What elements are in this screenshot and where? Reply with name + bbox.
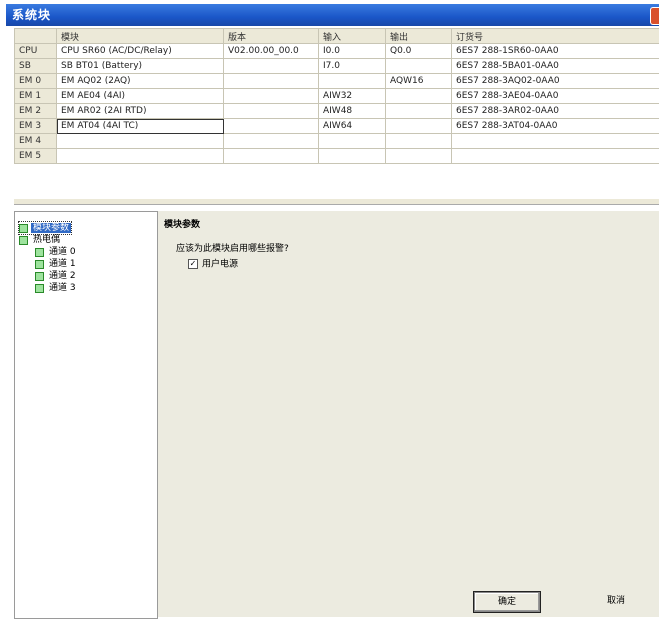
column-header-version: 版本 xyxy=(224,29,319,44)
tree-item-channel-3[interactable]: 通道 3 xyxy=(35,282,78,294)
tree-item-channel-1[interactable]: 通道 1 xyxy=(35,258,78,270)
module-params-panel: 模块参数 应该为此模块启用哪些报警? ✓ 用户电源 xyxy=(158,211,659,617)
column-header-order-number: 订货号 xyxy=(452,29,659,44)
input-cell[interactable] xyxy=(319,149,386,164)
table-row[interactable]: EM 5 xyxy=(15,149,659,164)
order-number-cell: 6ES7 288-1SR60-0AA0 xyxy=(452,44,659,59)
module-icon xyxy=(19,224,28,233)
channel-icon xyxy=(35,272,44,281)
channel-icon xyxy=(35,284,44,293)
module-cell[interactable]: EM AE04 (4AI) xyxy=(57,89,224,104)
tree-item-channel-0[interactable]: 通道 0 xyxy=(35,246,78,258)
system-block-dialog: 系统块 模块 版本 输入 输出 订货号 CPU CPU SR60 (AC/DC/… xyxy=(0,0,659,617)
table-row[interactable]: CPU CPU SR60 (AC/DC/Relay) V02.00.00_00.… xyxy=(15,44,659,59)
input-cell[interactable] xyxy=(319,74,386,89)
title-bar: 系统块 xyxy=(6,4,659,26)
version-cell[interactable] xyxy=(224,89,319,104)
version-cell[interactable] xyxy=(224,119,319,134)
order-number-cell xyxy=(452,149,659,164)
order-number-cell: 6ES7 288-5BA01-0AA0 xyxy=(452,59,659,74)
channel-icon xyxy=(35,260,44,269)
output-cell[interactable] xyxy=(386,59,452,74)
row-slot: EM 1 xyxy=(15,89,57,104)
column-header xyxy=(15,29,57,44)
version-cell[interactable] xyxy=(224,74,319,89)
row-slot: EM 2 xyxy=(15,104,57,119)
tree-item-module-params[interactable]: 模块参数 xyxy=(19,222,71,234)
params-title: 模块参数 xyxy=(164,217,200,230)
column-header-module: 模块 xyxy=(57,29,224,44)
cancel-button[interactable]: 取消 xyxy=(584,592,648,610)
output-cell[interactable] xyxy=(386,119,452,134)
order-number-cell: 6ES7 288-3AT04-0AA0 xyxy=(452,119,659,134)
input-cell[interactable] xyxy=(319,134,386,149)
row-slot: EM 4 xyxy=(15,134,57,149)
input-cell[interactable]: AIW32 xyxy=(319,89,386,104)
tree-item-thermocouple[interactable]: 热电偶 xyxy=(19,234,62,246)
folder-icon xyxy=(19,236,28,245)
module-cell[interactable] xyxy=(57,134,224,149)
table-row[interactable]: EM 0 EM AQ02 (2AQ) AQW16 6ES7 288-3AQ02-… xyxy=(15,74,659,89)
output-cell[interactable]: AQW16 xyxy=(386,74,452,89)
close-icon[interactable] xyxy=(650,7,659,25)
module-cell[interactable]: SB BT01 (Battery) xyxy=(57,59,224,74)
order-number-cell: 6ES7 288-3AE04-0AA0 xyxy=(452,89,659,104)
table-header-row: 模块 版本 输入 输出 订货号 xyxy=(15,29,659,44)
table-scrollbar[interactable] xyxy=(14,199,659,205)
module-cell[interactable] xyxy=(57,149,224,164)
column-header-input: 输入 xyxy=(319,29,386,44)
channel-icon xyxy=(35,248,44,257)
table-row[interactable]: EM 2 EM AR02 (2AI RTD) AIW48 6ES7 288-3A… xyxy=(15,104,659,119)
user-power-label: 用户电源 xyxy=(202,260,238,270)
order-number-cell: 6ES7 288-3AQ02-0AA0 xyxy=(452,74,659,89)
window-title: 系统块 xyxy=(12,4,51,26)
row-slot: CPU xyxy=(15,44,57,59)
version-cell[interactable] xyxy=(224,134,319,149)
version-cell[interactable] xyxy=(224,149,319,164)
module-cell[interactable]: CPU SR60 (AC/DC/Relay) xyxy=(57,44,224,59)
order-number-cell xyxy=(452,134,659,149)
output-cell[interactable] xyxy=(386,104,452,119)
table-row[interactable]: EM 4 xyxy=(15,134,659,149)
user-power-checkbox[interactable]: ✓ xyxy=(188,259,198,269)
row-slot: SB xyxy=(15,59,57,74)
row-slot: EM 3 xyxy=(15,119,57,134)
table-row[interactable]: EM 1 EM AE04 (4AI) AIW32 6ES7 288-3AE04-… xyxy=(15,89,659,104)
version-cell[interactable] xyxy=(224,104,319,119)
input-cell[interactable]: AIW64 xyxy=(319,119,386,134)
table-row[interactable]: SB SB BT01 (Battery) I7.0 6ES7 288-5BA01… xyxy=(15,59,659,74)
output-cell[interactable] xyxy=(386,89,452,104)
module-cell[interactable]: EM AR02 (2AI RTD) xyxy=(57,104,224,119)
column-header-output: 输出 xyxy=(386,29,452,44)
row-slot: EM 0 xyxy=(15,74,57,89)
user-power-alarm-option[interactable]: ✓ 用户电源 xyxy=(188,259,238,271)
module-table: 模块 版本 输入 输出 订货号 CPU CPU SR60 (AC/DC/Rela… xyxy=(14,28,659,164)
input-cell[interactable]: I0.0 xyxy=(319,44,386,59)
ok-button[interactable]: 确定 xyxy=(474,592,540,612)
module-cell[interactable]: EM AT04 (4AI TC) xyxy=(57,119,224,134)
navigation-tree: 模块参数 热电偶 通道 0 通道 1 通道 2 通道 3 xyxy=(14,211,158,619)
output-cell[interactable] xyxy=(386,149,452,164)
output-cell[interactable] xyxy=(386,134,452,149)
tree-item-channel-2[interactable]: 通道 2 xyxy=(35,270,78,282)
module-cell[interactable]: EM AQ02 (2AQ) xyxy=(57,74,224,89)
version-cell[interactable] xyxy=(224,59,319,74)
row-slot: EM 5 xyxy=(15,149,57,164)
output-cell[interactable]: Q0.0 xyxy=(386,44,452,59)
input-cell[interactable]: AIW48 xyxy=(319,104,386,119)
order-number-cell: 6ES7 288-3AR02-0AA0 xyxy=(452,104,659,119)
table-row[interactable]: EM 3 EM AT04 (4AI TC) AIW64 6ES7 288-3AT… xyxy=(15,119,659,134)
version-cell[interactable]: V02.00.00_00.0 xyxy=(224,44,319,59)
alarm-question: 应该为此模块启用哪些报警? xyxy=(176,241,289,254)
input-cell[interactable]: I7.0 xyxy=(319,59,386,74)
